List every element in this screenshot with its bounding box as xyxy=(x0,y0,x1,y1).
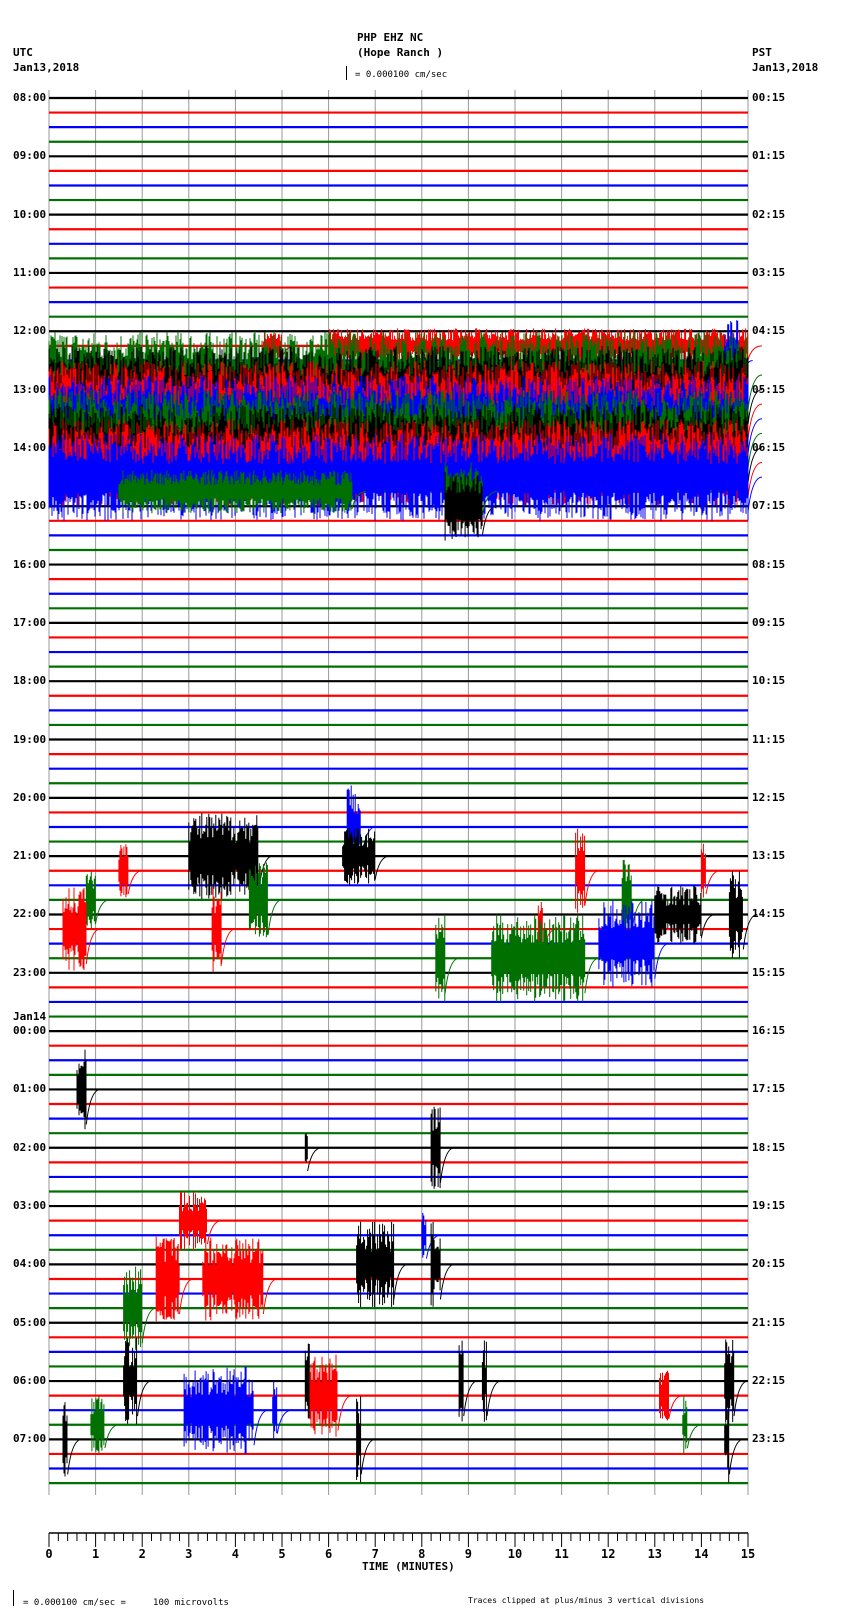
pst-hour-label: 05:15 xyxy=(752,382,786,396)
utc-hour-label: 22:00 xyxy=(13,907,47,921)
utc-hour-label: 20:00 xyxy=(13,790,47,804)
x-axis-label: TIME (MINUTES) xyxy=(362,1560,455,1573)
pst-hour-label: 21:15 xyxy=(752,1315,786,1329)
pst-hour-label: 23:15 xyxy=(752,1432,786,1446)
utc-hour-label: 07:00 xyxy=(13,1432,47,1446)
pst-hour-label: 03:15 xyxy=(752,265,786,279)
x-tick-label: 2 xyxy=(139,1547,146,1561)
utc-hour-label: 02:00 xyxy=(13,1140,47,1154)
x-tick-label: 10 xyxy=(508,1547,522,1561)
pst-hour-label: 06:15 xyxy=(752,440,786,454)
pst-hour-label: 19:15 xyxy=(752,1199,786,1213)
x-tick-label: 12 xyxy=(601,1547,615,1561)
helicorder-plot: 0 1 2 3 4 5 6 7 8 9 10 11 12 13 14 15 xyxy=(45,90,763,1561)
utc-hour-label: 11:00 xyxy=(13,265,47,279)
pst-hour-label: 10:15 xyxy=(752,674,786,688)
clip-note: Traces clipped at plus/minus 3 vertical … xyxy=(468,1596,705,1605)
x-tick-label: 3 xyxy=(185,1547,192,1561)
pst-hour-label: 04:15 xyxy=(752,324,786,338)
utc-hour-label: 03:00 xyxy=(13,1199,47,1213)
x-tick-label: 11 xyxy=(554,1547,568,1561)
pst-hour-label: 12:15 xyxy=(752,790,786,804)
utc-hour-label: 18:00 xyxy=(13,674,47,688)
pst-hour-label: 09:15 xyxy=(752,615,786,629)
pst-hour-label: 07:15 xyxy=(752,499,786,513)
utc-hour-label: 10:00 xyxy=(13,207,47,221)
utc-hour-label: 12:00 xyxy=(13,324,47,338)
pst-hour-label: 01:15 xyxy=(752,149,786,163)
x-tick-label: 6 xyxy=(325,1547,332,1561)
utc-hour-label: 09:00 xyxy=(13,149,47,163)
utc-hour-label: 19:00 xyxy=(13,732,47,746)
utc-hour-label: 13:00 xyxy=(13,382,47,396)
utc-hour-label: 00:00 xyxy=(13,1024,47,1038)
x-tick-label: 5 xyxy=(278,1547,285,1561)
seismic-event xyxy=(304,1133,322,1172)
x-tick-label: 8 xyxy=(418,1547,425,1561)
x-tick-label: 9 xyxy=(465,1547,472,1561)
utc-hour-label: 23:00 xyxy=(13,965,47,979)
pst-hour-label: 08:15 xyxy=(752,557,786,571)
utc-hour-label: 01:00 xyxy=(13,1082,47,1096)
pst-hour-label: 15:15 xyxy=(752,965,786,979)
pst-hour-label: 18:15 xyxy=(752,1140,786,1154)
seismic-event xyxy=(491,914,599,1002)
utc-hour-label: 16:00 xyxy=(13,557,47,571)
pst-hour-label: 00:15 xyxy=(752,91,786,104)
x-tick-label: 7 xyxy=(372,1547,379,1561)
pst-hour-label: 17:15 xyxy=(752,1082,786,1096)
utc-hour-label: 05:00 xyxy=(13,1315,47,1329)
pst-hour-label: 16:15 xyxy=(752,1024,786,1038)
x-tick-label: 4 xyxy=(232,1547,239,1561)
footer-scale-bar-icon xyxy=(13,1590,14,1606)
utc-hour-label: 04:00 xyxy=(13,1257,47,1271)
x-tick-label: 13 xyxy=(648,1547,662,1561)
x-tick-label: 1 xyxy=(92,1547,99,1561)
pst-hour-label: 13:15 xyxy=(752,849,786,863)
pst-hour-label: 02:15 xyxy=(752,207,786,221)
utc-hour-label: 17:00 xyxy=(13,615,47,629)
pst-hour-label: 11:15 xyxy=(752,732,786,746)
utc-hour-label: 08:00 xyxy=(13,91,47,104)
date-change-label: Jan14 xyxy=(13,1010,47,1024)
utc-hour-label: 14:00 xyxy=(13,440,47,454)
pst-hour-label: 14:15 xyxy=(752,907,786,921)
utc-hour-label: 15:00 xyxy=(13,499,47,513)
utc-hour-label: 21:00 xyxy=(13,849,47,863)
pst-hour-label: 22:15 xyxy=(752,1374,786,1388)
x-tick-label: 14 xyxy=(694,1547,708,1561)
x-tick-label: 15 xyxy=(741,1547,755,1561)
footer-scale: = 0.000100 cm/sec = 100 microvolts xyxy=(23,1598,229,1608)
utc-hour-label: 06:00 xyxy=(13,1374,47,1388)
pst-hour-label: 20:15 xyxy=(752,1257,786,1271)
x-tick-label: 0 xyxy=(45,1547,52,1561)
